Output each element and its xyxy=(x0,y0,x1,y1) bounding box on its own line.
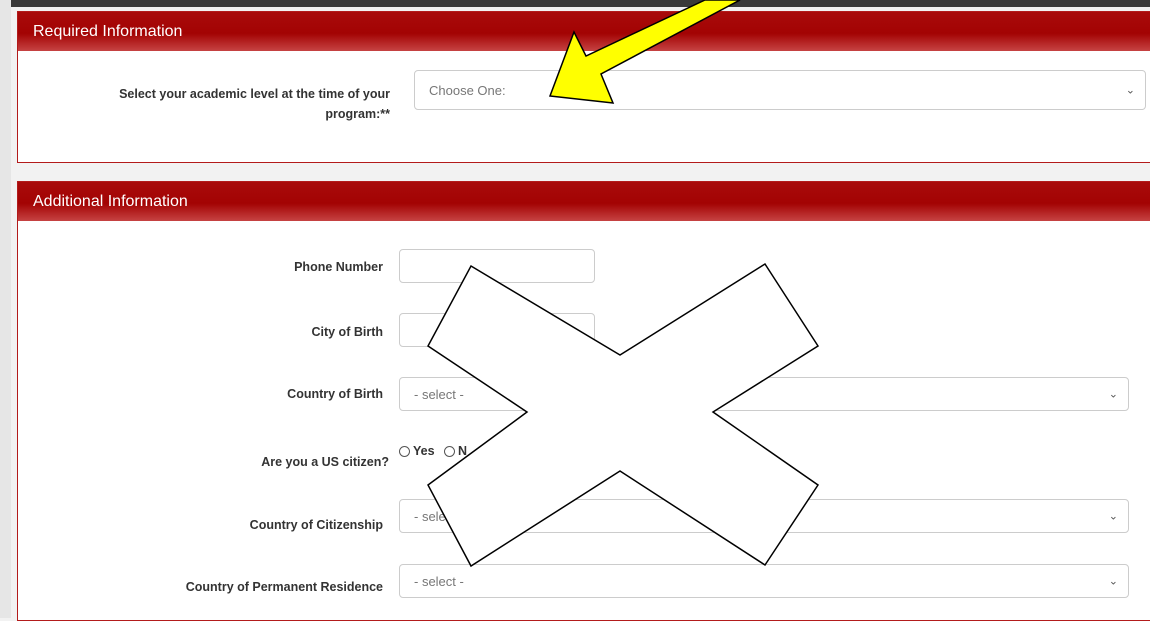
chevron-down-icon: ⌄ xyxy=(1125,84,1135,97)
country-of-residence-value: - select - xyxy=(414,573,464,589)
required-info-panel: Required Information Select your academi… xyxy=(17,11,1150,163)
country-of-citizenship-select[interactable]: - sele ⌄ xyxy=(399,499,1129,533)
us-citizen-yes-radio[interactable]: Yes xyxy=(399,444,435,458)
country-of-birth-value: - select - xyxy=(414,386,464,402)
academic-level-select[interactable]: Choose One: ⌄ xyxy=(414,70,1146,110)
radio-circle-icon xyxy=(399,445,410,457)
country-of-residence-select[interactable]: - select - ⌄ xyxy=(399,564,1129,598)
additional-info-header: Additional Information xyxy=(18,182,1150,221)
chevron-down-icon: ⌄ xyxy=(1108,575,1118,588)
us-citizen-label: Are you a US citizen? xyxy=(261,455,389,469)
left-scroll-gutter xyxy=(0,0,11,618)
country-of-birth-label: Country of Birth xyxy=(287,387,383,401)
country-of-residence-label: Country of Permanent Residence xyxy=(185,580,383,594)
country-of-citizenship-value: - sele xyxy=(414,508,446,524)
additional-info-panel: Additional Information Phone Number City… xyxy=(17,181,1150,621)
academic-level-value: Choose One: xyxy=(429,82,506,98)
country-of-birth-select[interactable]: - select - ⌄ xyxy=(399,377,1129,411)
chevron-down-icon: ⌄ xyxy=(1108,388,1118,401)
country-of-citizenship-label: Country of Citizenship xyxy=(249,518,383,532)
chevron-down-icon: ⌄ xyxy=(1108,510,1118,523)
city-of-birth-label: City of Birth xyxy=(311,325,383,339)
us-citizen-yes-label: Yes xyxy=(413,444,435,458)
radio-circle-icon xyxy=(444,445,455,457)
city-of-birth-input[interactable] xyxy=(399,313,595,347)
window-top-bar xyxy=(0,0,1150,7)
us-citizen-no-radio[interactable]: N xyxy=(444,444,467,458)
phone-number-input[interactable] xyxy=(399,249,595,283)
academic-level-label: Select your academic level at the time o… xyxy=(119,87,390,121)
phone-number-label: Phone Number xyxy=(294,260,383,274)
required-info-header: Required Information xyxy=(18,12,1150,51)
us-citizen-no-label: N xyxy=(458,444,468,458)
